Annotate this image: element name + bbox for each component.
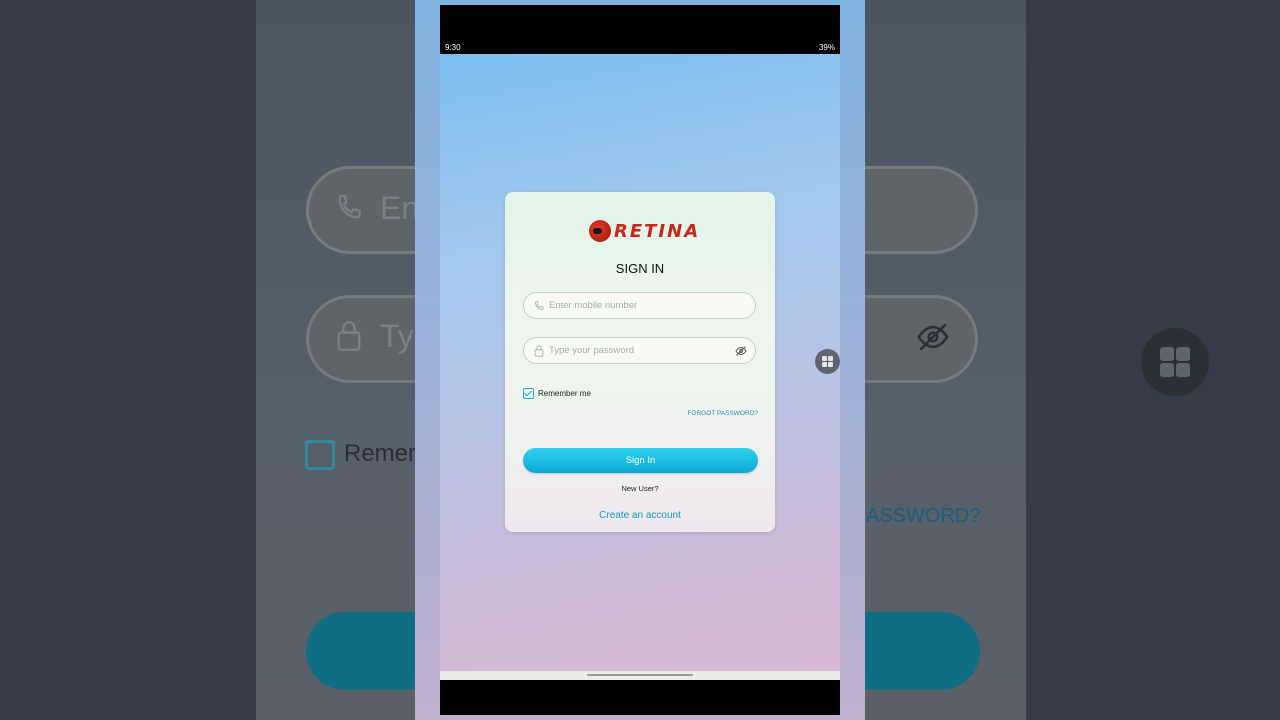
background-phone-icon bbox=[338, 194, 361, 219]
phone-screen: 9:30 39% RETINA SIGN IN Remember me bbox=[440, 5, 840, 715]
home-handle[interactable] bbox=[587, 674, 693, 676]
forgot-password-link[interactable]: FORGOT PASSWORD? bbox=[687, 410, 758, 417]
app-screen: RETINA SIGN IN Remember me FORGOT PASSWO… bbox=[440, 54, 840, 671]
background-field-hint: Ty bbox=[380, 318, 414, 354]
brand-mark-icon bbox=[589, 220, 611, 242]
grid-icon[interactable] bbox=[815, 349, 840, 374]
password-input[interactable] bbox=[549, 345, 729, 356]
mobile-input[interactable] bbox=[549, 300, 729, 311]
status-battery: 39% bbox=[818, 43, 835, 52]
background-checkbox bbox=[305, 440, 335, 470]
create-account-link[interactable]: Create an account bbox=[505, 510, 775, 521]
lock-icon bbox=[534, 344, 544, 357]
password-field[interactable] bbox=[523, 337, 756, 364]
background-lock-icon bbox=[337, 321, 361, 351]
background-field-hint: En bbox=[380, 190, 420, 226]
bottom-bezel bbox=[440, 680, 840, 715]
status-bar: 9:30 39% bbox=[440, 5, 840, 54]
signin-card: RETINA SIGN IN Remember me FORGOT PASSWO… bbox=[505, 192, 775, 532]
background-eye-off-icon bbox=[917, 323, 949, 351]
status-time: 9:30 bbox=[445, 43, 461, 52]
page-title: SIGN IN bbox=[615, 261, 665, 276]
background-grid-icon bbox=[1141, 328, 1209, 396]
signin-button[interactable]: Sign In bbox=[523, 448, 758, 473]
nav-bar bbox=[440, 671, 840, 680]
mobile-field[interactable] bbox=[523, 292, 756, 319]
brand-name: RETINA bbox=[614, 220, 701, 242]
remember-me[interactable]: Remember me bbox=[523, 388, 591, 399]
background-forgot-text: ASSWORD? bbox=[866, 505, 981, 527]
new-user-label: New User? bbox=[621, 484, 659, 493]
phone-icon bbox=[535, 300, 544, 310]
eye-off-icon[interactable] bbox=[735, 345, 747, 357]
remember-label: Remember me bbox=[538, 389, 591, 398]
remember-checkbox[interactable] bbox=[523, 388, 534, 399]
brand-logo: RETINA bbox=[589, 218, 700, 244]
